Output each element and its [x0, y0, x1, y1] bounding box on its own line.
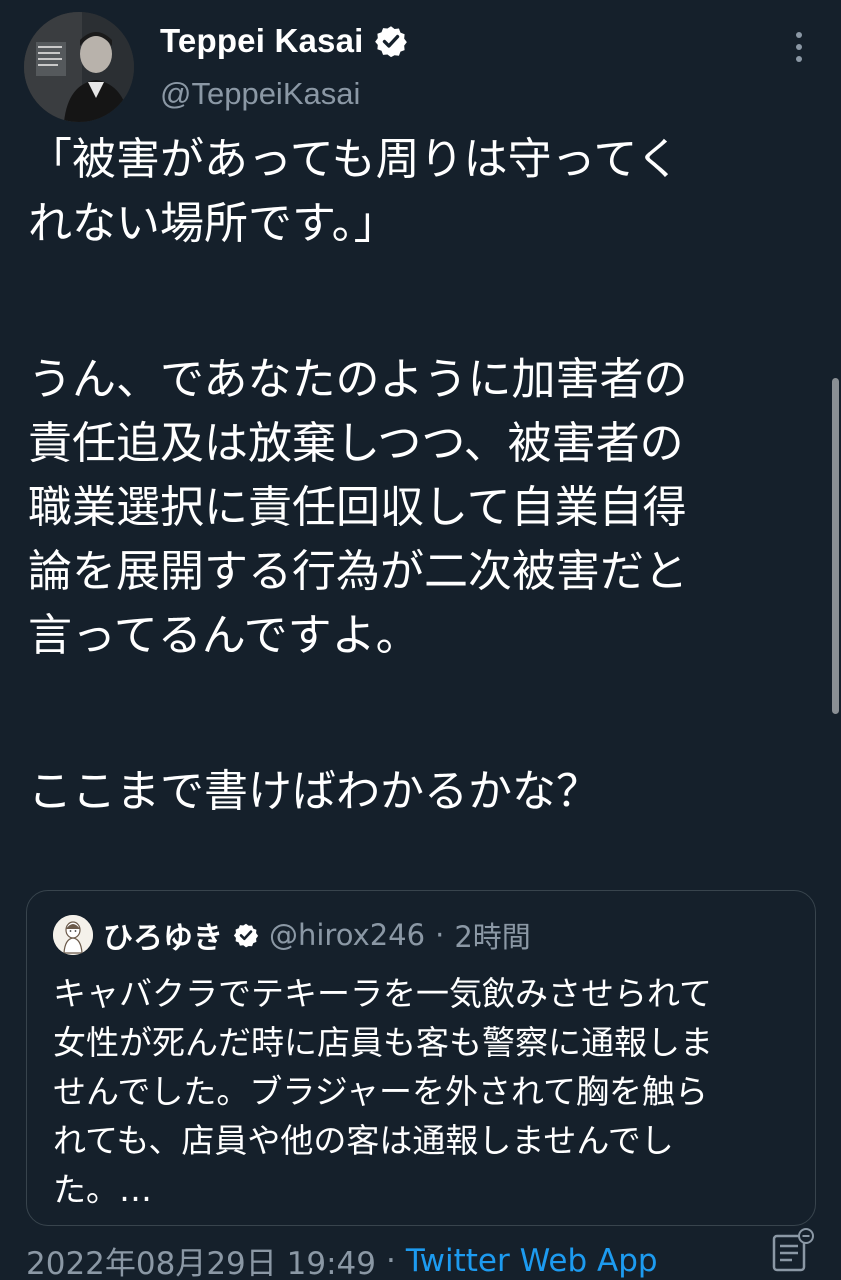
avatar-photo	[24, 12, 134, 122]
quoted-author-handle: @hirox246	[269, 918, 426, 952]
more-vertical-icon-dot	[796, 32, 802, 38]
quoted-author-avatar	[53, 915, 93, 955]
scrollbar-thumb[interactable]	[832, 378, 839, 714]
author-avatar[interactable]	[24, 12, 134, 122]
quoted-text-line: キャバクラでテキーラを一気飲みさせられて	[53, 974, 713, 1013]
tweet-text-line: ここまで書けばわかるかな？	[28, 766, 600, 817]
quoted-text-line: れても、店員や他の客は通報しませんでし	[53, 1121, 674, 1160]
meta-separator: ·	[385, 1242, 396, 1279]
more-vertical-icon-dot	[796, 56, 802, 62]
verified-badge-icon	[233, 923, 259, 948]
quoted-author-display-name: ひろゆき	[103, 921, 223, 956]
quoted-text-line: 女性が死んだ時に店員も客も警察に通報しま	[53, 1023, 713, 1062]
more-vertical-icon-dot	[796, 44, 802, 50]
tweet-text-line: れない場所です。」	[28, 198, 398, 249]
tweet-text: 「被害があっても周りは守ってく れない場所です。」 うん、であなたのように加害者…	[28, 128, 808, 824]
quoted-relative-time: 2時間	[454, 920, 531, 954]
analytics-icon[interactable]	[768, 1226, 816, 1276]
quoted-text-line: せんでした。ブラジャーを外されて胸を触ら	[53, 1072, 709, 1111]
author-display-name[interactable]: Teppei Kasai	[160, 22, 364, 60]
tweet-text-line: 「被害があっても周りは守ってく	[28, 134, 681, 185]
tweet-source-link[interactable]: Twitter Web App	[406, 1243, 658, 1279]
tweet-detail-page: Teppei Kasai @TeppeiKasai 「被害があっても周りは守って…	[0, 0, 841, 1280]
tweet-text-blank-line	[28, 256, 808, 348]
tweet-text-line: 責任追及は放棄しつつ、被害者の	[28, 418, 684, 469]
quoted-text-line: た。…	[53, 1170, 152, 1209]
tweet-timestamp[interactable]: 2022年08月29日 19:49	[26, 1238, 376, 1280]
tweet-text-line: 職業選択に責任回収して自業自得	[28, 482, 687, 533]
quoted-tweet-header: ひろゆき @hirox246 · 2時間	[53, 913, 531, 957]
verified-badge-icon	[374, 26, 407, 58]
quoted-separator: ·	[435, 918, 445, 952]
author-handle[interactable]: @TeppeiKasai	[160, 76, 360, 112]
quoted-avatar-illustration	[53, 915, 93, 955]
tweet-text-line: 言ってるんですよ。	[28, 610, 420, 661]
tweet-text-blank-line	[28, 668, 808, 760]
author-name-row[interactable]: Teppei Kasai	[160, 22, 408, 60]
quoted-tweet-card[interactable]: ひろゆき @hirox246 · 2時間 キャバクラでテキーラを一気飲みさせられ…	[26, 890, 816, 1226]
more-options-button[interactable]	[786, 30, 812, 64]
tweet-meta: 2022年08月29日 19:49 · Twitter Web App	[26, 1238, 658, 1280]
tweet-text-line: 論を展開する行為が二次被害だと	[28, 546, 688, 597]
tweet-text-line: うん、であなたのように加害者の	[28, 354, 688, 405]
quoted-tweet-text: キャバクラでテキーラを一気飲みさせられて 女性が死んだ時に店員も客も警察に通報し…	[53, 969, 803, 1214]
